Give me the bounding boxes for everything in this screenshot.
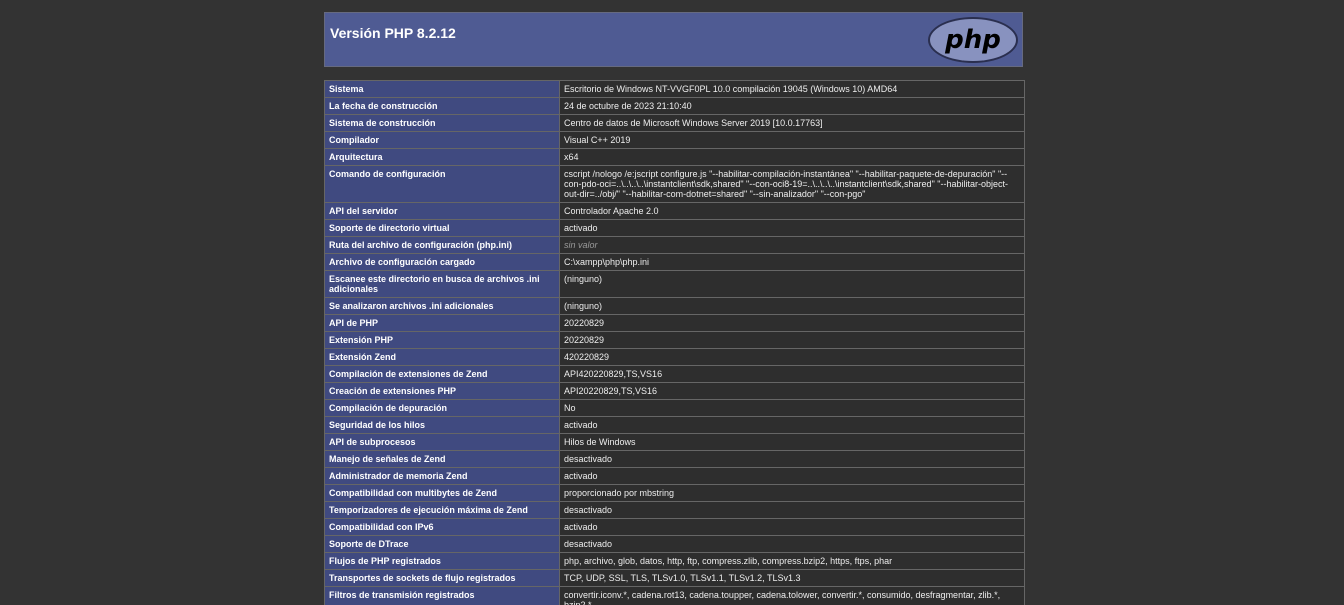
table-row: Comando de configuración cscript /nologo … bbox=[324, 165, 1025, 203]
row-value: Hilos de Windows bbox=[559, 433, 1025, 451]
row-value: (ninguno) bbox=[559, 270, 1025, 298]
row-label: Arquitectura bbox=[324, 148, 560, 166]
row-label: Seguridad de los hilos bbox=[324, 416, 560, 434]
php-info-table: Sistema Escritorio de Windows NT-VVGF0PL … bbox=[324, 80, 1025, 605]
row-label: Sistema bbox=[324, 80, 560, 98]
table-row: Extensión PHP 20220829 bbox=[324, 331, 1025, 349]
table-row: Compilación de depuración No bbox=[324, 399, 1025, 417]
table-row: Soporte de directorio virtual activado bbox=[324, 219, 1025, 237]
row-value: x64 bbox=[559, 148, 1025, 166]
row-value: 420220829 bbox=[559, 348, 1025, 366]
row-value: 20220829 bbox=[559, 331, 1025, 349]
row-label: Extensión PHP bbox=[324, 331, 560, 349]
row-value: C:\xampp\php\php.ini bbox=[559, 253, 1025, 271]
table-row: Arquitectura x64 bbox=[324, 148, 1025, 166]
row-value: php, archivo, glob, datos, http, ftp, co… bbox=[559, 552, 1025, 570]
row-value: API20220829,TS,VS16 bbox=[559, 382, 1025, 400]
table-row: La fecha de construcción 24 de octubre de… bbox=[324, 97, 1025, 115]
page-title: Versión PHP 8.2.12 bbox=[330, 25, 456, 41]
row-label: Comando de configuración bbox=[324, 165, 560, 203]
row-value: desactivado bbox=[559, 450, 1025, 468]
row-label: Compatibilidad con IPv6 bbox=[324, 518, 560, 536]
row-label: Escanee este directorio en busca de arch… bbox=[324, 270, 560, 298]
row-label: Creación de extensiones PHP bbox=[324, 382, 560, 400]
phpinfo-page: Versión PHP 8.2.12 php Sistema Escritorio… bbox=[0, 0, 1344, 605]
row-value: Controlador Apache 2.0 bbox=[559, 202, 1025, 220]
row-label: Manejo de señales de Zend bbox=[324, 450, 560, 468]
row-label: Transportes de sockets de flujo registra… bbox=[324, 569, 560, 587]
row-value: proporcionado por mbstring bbox=[559, 484, 1025, 502]
row-value: (ninguno) bbox=[559, 297, 1025, 315]
php-logo-icon[interactable]: php bbox=[927, 16, 1019, 64]
row-label: Sistema de construcción bbox=[324, 114, 560, 132]
table-row: Seguridad de los hilos activado bbox=[324, 416, 1025, 434]
row-value: cscript /nologo /e:jscript configure.js … bbox=[559, 165, 1025, 203]
row-value: Visual C++ 2019 bbox=[559, 131, 1025, 149]
php-version-header: Versión PHP 8.2.12 php bbox=[324, 12, 1023, 67]
table-row: Extensión Zend 420220829 bbox=[324, 348, 1025, 366]
table-row: Sistema Escritorio de Windows NT-VVGF0PL … bbox=[324, 80, 1025, 98]
row-label: API de subprocesos bbox=[324, 433, 560, 451]
row-value: activado bbox=[559, 467, 1025, 485]
row-value: No bbox=[559, 399, 1025, 417]
row-label: Compilación de depuración bbox=[324, 399, 560, 417]
row-value: Centro de datos de Microsoft Windows Ser… bbox=[559, 114, 1025, 132]
row-value: TCP, UDP, SSL, TLS, TLSv1.0, TLSv1.1, TL… bbox=[559, 569, 1025, 587]
table-row: Creación de extensiones PHP API20220829,T… bbox=[324, 382, 1025, 400]
table-row: Temporizadores de ejecución máxima de Ze… bbox=[324, 501, 1025, 519]
table-row: Manejo de señales de Zend desactivado bbox=[324, 450, 1025, 468]
table-row: Compatibilidad con multibytes de Zend pro… bbox=[324, 484, 1025, 502]
row-label: Filtros de transmisión registrados bbox=[324, 586, 560, 605]
row-label: Administrador de memoria Zend bbox=[324, 467, 560, 485]
row-label: Soporte de DTrace bbox=[324, 535, 560, 553]
row-label: Ruta del archivo de configuración (php.i… bbox=[324, 236, 560, 254]
table-row: Compilación de extensiones de Zend API420… bbox=[324, 365, 1025, 383]
table-row: Administrador de memoria Zend activado bbox=[324, 467, 1025, 485]
row-label: Se analizaron archivos .ini adicionales bbox=[324, 297, 560, 315]
row-value: 20220829 bbox=[559, 314, 1025, 332]
table-row: Flujos de PHP registrados php, archivo, g… bbox=[324, 552, 1025, 570]
no-value-text: sin valor bbox=[564, 240, 598, 250]
row-label: Compatibilidad con multibytes de Zend bbox=[324, 484, 560, 502]
row-label: Flujos de PHP registrados bbox=[324, 552, 560, 570]
row-value: API420220829,TS,VS16 bbox=[559, 365, 1025, 383]
table-row: Se analizaron archivos .ini adicionales(… bbox=[324, 297, 1025, 315]
table-row: Compatibilidad con IPv6 activado bbox=[324, 518, 1025, 536]
table-row: API de subprocesos Hilos de Windows bbox=[324, 433, 1025, 451]
row-label: API del servidor bbox=[324, 202, 560, 220]
table-row: Soporte de DTrace desactivado bbox=[324, 535, 1025, 553]
row-value: activado bbox=[559, 416, 1025, 434]
row-value: desactivado bbox=[559, 535, 1025, 553]
row-value: 24 de octubre de 2023 21:10:40 bbox=[559, 97, 1025, 115]
table-row: Sistema de construcción Centro de datos d… bbox=[324, 114, 1025, 132]
table-row: Filtros de transmisión registrados conver… bbox=[324, 586, 1025, 605]
table-row: API del servidor Controlador Apache 2.0 bbox=[324, 202, 1025, 220]
row-value: Escritorio de Windows NT-VVGF0PL 10.0 co… bbox=[559, 80, 1025, 98]
table-row: API de PHP 20220829 bbox=[324, 314, 1025, 332]
row-label: La fecha de construcción bbox=[324, 97, 560, 115]
row-value: desactivado bbox=[559, 501, 1025, 519]
table-row: Ruta del archivo de configuración (php.i… bbox=[324, 236, 1025, 254]
table-row: Archivo de configuración cargado C:\xampp… bbox=[324, 253, 1025, 271]
row-label: API de PHP bbox=[324, 314, 560, 332]
row-label: Compilador bbox=[324, 131, 560, 149]
row-value: sin valor bbox=[559, 236, 1025, 254]
row-value: convertir.iconv.*, cadena.rot13, cadena.… bbox=[559, 586, 1025, 605]
row-value: activado bbox=[559, 219, 1025, 237]
row-value: activado bbox=[559, 518, 1025, 536]
row-label: Archivo de configuración cargado bbox=[324, 253, 560, 271]
row-label: Compilación de extensiones de Zend bbox=[324, 365, 560, 383]
row-label: Temporizadores de ejecución máxima de Ze… bbox=[324, 501, 560, 519]
row-label: Extensión Zend bbox=[324, 348, 560, 366]
row-label: Soporte de directorio virtual bbox=[324, 219, 560, 237]
table-row: Compilador Visual C++ 2019 bbox=[324, 131, 1025, 149]
svg-text:php: php bbox=[944, 25, 1001, 55]
table-row: Escanee este directorio en busca de arch… bbox=[324, 270, 1025, 298]
table-row: Transportes de sockets de flujo registra… bbox=[324, 569, 1025, 587]
